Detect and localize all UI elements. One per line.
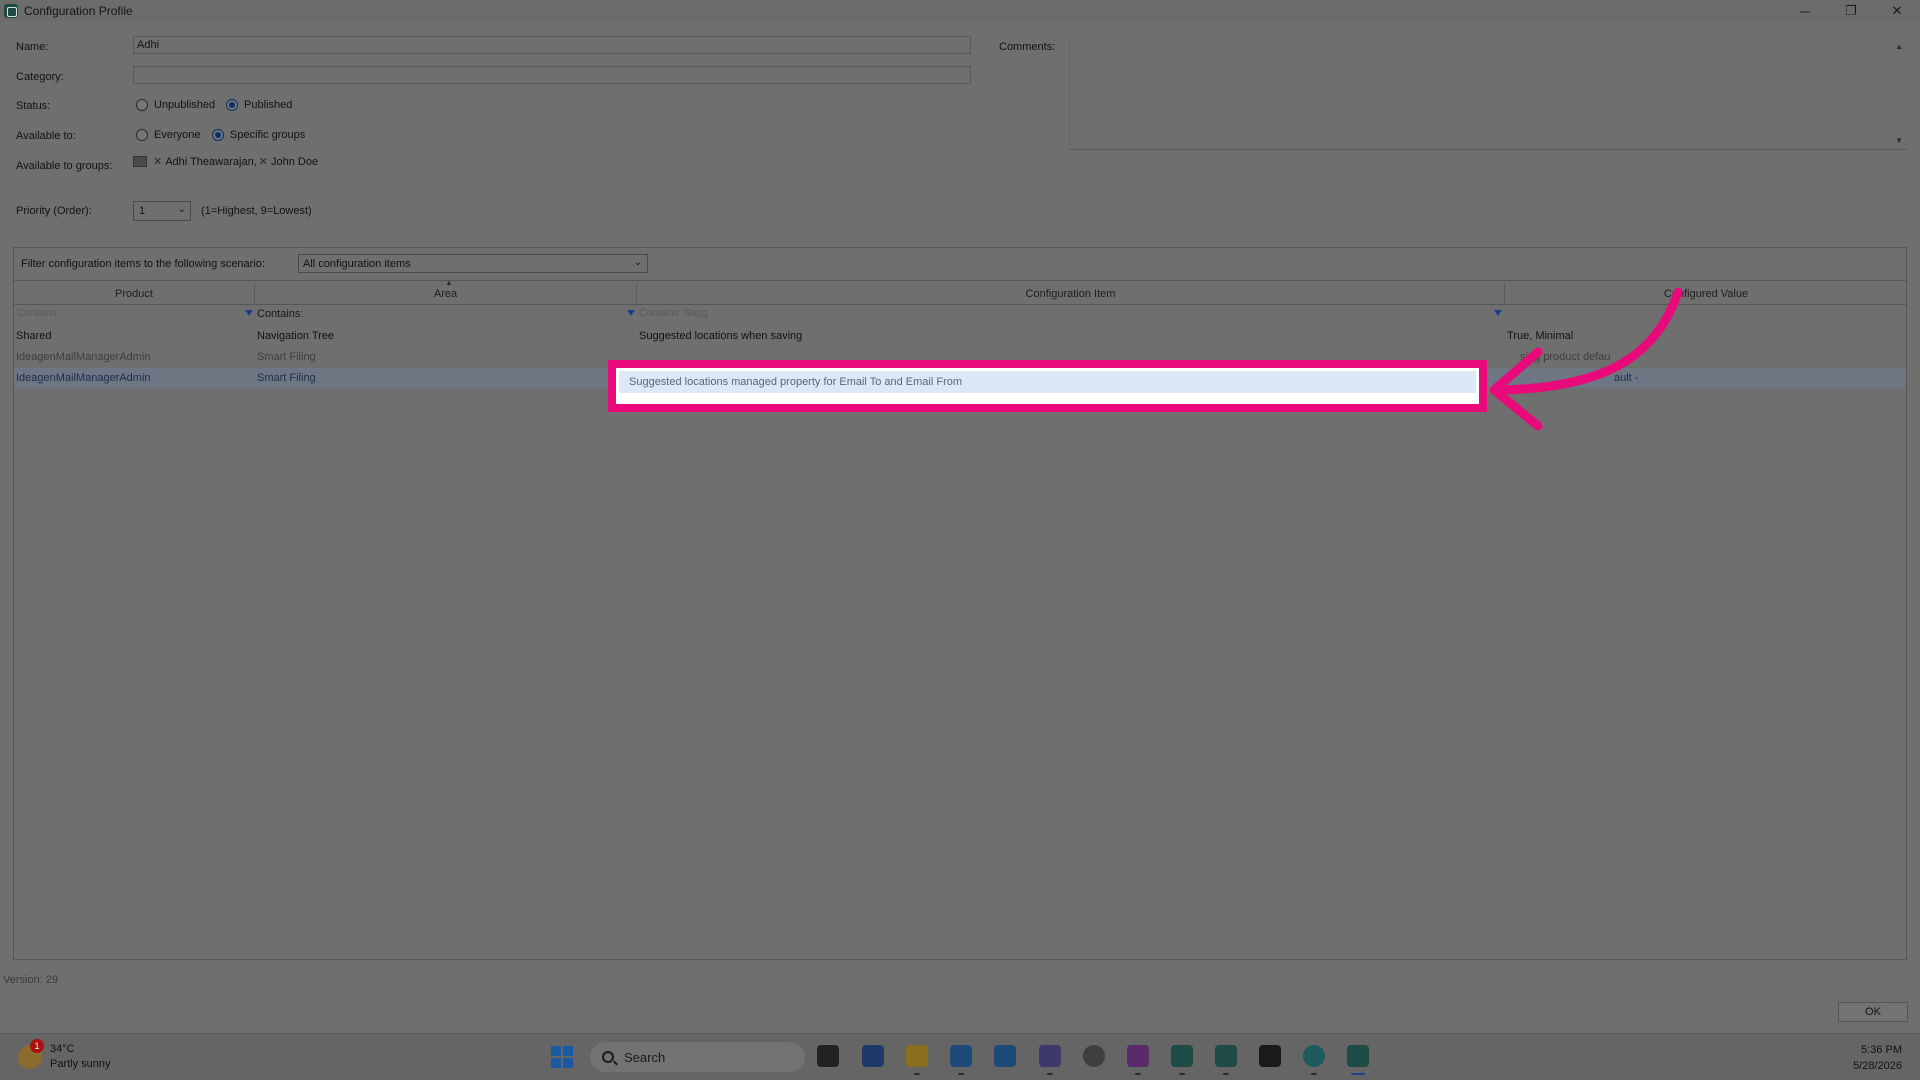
product-filter-input[interactable]: Contains:: [17, 308, 59, 319]
category-label: Category:: [16, 71, 64, 83]
status-label: Status:: [16, 100, 51, 112]
task-view-icon[interactable]: [817, 1045, 839, 1067]
column-header-product[interactable]: Product: [14, 283, 255, 305]
ok-button[interactable]: OK: [1838, 1002, 1908, 1022]
available-to-label: Available to:: [16, 130, 76, 142]
highlighted-item-text: Suggested locations managed property for…: [629, 376, 963, 388]
clock-time: 5:36 PM: [1861, 1044, 1902, 1056]
radio-label: Unpublished: [154, 99, 216, 111]
sort-ascending-icon: ▲: [445, 280, 453, 287]
window-title: Configuration Profile: [24, 4, 133, 18]
taskbar-search[interactable]: Search: [590, 1042, 805, 1072]
configuration-app-icon[interactable]: [1347, 1045, 1369, 1075]
remove-group-icon[interactable]: ✕: [153, 155, 162, 168]
chevron-down-icon: ⌄: [633, 257, 642, 268]
product-cell: IdeagenMailManagerAdmin: [16, 372, 151, 384]
highlight-box: Suggested locations managed property for…: [608, 360, 1487, 412]
item-filter-input[interactable]: Contains: Sugg: [639, 308, 707, 319]
teams-icon[interactable]: [1039, 1045, 1061, 1075]
area-filter-input[interactable]: Contains:: [257, 308, 303, 320]
column-header-configuration-item[interactable]: Configuration Item: [637, 283, 1505, 305]
filter-funnel-icon[interactable]: [245, 310, 253, 316]
edge-icon[interactable]: [1303, 1045, 1325, 1075]
area-cell: Smart Filing: [257, 351, 316, 363]
item-cell: Suggested locations when saving: [639, 330, 803, 342]
comments-label: Comments:: [999, 41, 1056, 53]
scenario-bar: Filter configuration items to the follow…: [14, 248, 1906, 281]
scenario-select[interactable]: All configuration items ⌄: [298, 254, 648, 273]
store-icon[interactable]: [862, 1045, 884, 1067]
mail-manager-icon[interactable]: [1171, 1045, 1193, 1075]
radio-checked-icon: [226, 99, 238, 111]
scroll-up-icon[interactable]: ▲: [1895, 42, 1903, 51]
close-button[interactable]: ✕: [1874, 0, 1920, 22]
comments-textarea[interactable]: ▲ ▼: [1069, 38, 1907, 150]
outlook-icon[interactable]: [950, 1045, 972, 1075]
system-clock[interactable]: 5:36 PM 5/28/2026: [1853, 1042, 1902, 1074]
category-field[interactable]: [133, 66, 971, 84]
groups-list: ✕ Adhi Theawarajan, ✕ John Doe: [133, 155, 318, 168]
notification-badge: 1: [30, 1039, 44, 1053]
product-cell: IdeagenMailManagerAdmin: [16, 351, 151, 363]
radio-label: Everyone: [154, 129, 201, 141]
status-unpublished-radio[interactable]: Unpublished: [136, 99, 215, 111]
group-chip: Adhi Theawarajan,: [165, 155, 257, 168]
start-button[interactable]: [551, 1046, 573, 1068]
scenario-value: All configuration items: [303, 258, 411, 270]
outlook-classic-icon[interactable]: [994, 1045, 1016, 1067]
address-book-icon[interactable]: [133, 156, 147, 167]
mail-manager-admin-icon[interactable]: [1215, 1045, 1237, 1075]
weather-description: Partly sunny: [50, 1058, 111, 1070]
chevron-down-icon: ⌄: [177, 204, 186, 215]
available-specific-groups-radio[interactable]: Specific groups: [212, 129, 305, 141]
priority-select[interactable]: 1 ⌄: [133, 201, 191, 221]
version-label: Version: 29: [3, 974, 59, 986]
product-cell: Shared: [16, 330, 52, 342]
area-cell: Navigation Tree: [257, 330, 335, 342]
radio-label: Specific groups: [230, 129, 306, 141]
weather-sun-icon: 1: [18, 1039, 44, 1069]
filter-funnel-icon[interactable]: [627, 310, 635, 316]
clock-date: 5/28/2026: [1853, 1060, 1902, 1072]
available-groups-label: Available to groups:: [16, 160, 113, 172]
remove-group-icon[interactable]: ✕: [259, 155, 268, 168]
priority-value: 1: [139, 205, 146, 217]
radio-unchecked-icon: [136, 129, 148, 141]
windows-logo-icon: [551, 1046, 561, 1056]
app-icon: [4, 4, 18, 18]
priority-hint: (1=Highest, 9=Lowest): [201, 205, 312, 217]
status-published-radio[interactable]: Published: [226, 99, 292, 111]
column-header-area[interactable]: ▲ Area: [255, 280, 637, 305]
pointer-arrow-icon: [1489, 287, 1683, 431]
onenote-icon[interactable]: [1127, 1045, 1149, 1075]
scroll-down-icon[interactable]: ▼: [1895, 136, 1903, 145]
priority-label: Priority (Order):: [16, 205, 92, 217]
restore-button[interactable]: ❐: [1828, 0, 1874, 22]
highlighted-config-item[interactable]: Suggested locations managed property for…: [619, 371, 1476, 393]
weather-temperature: 34°C: [50, 1043, 75, 1055]
file-explorer-icon[interactable]: [906, 1045, 928, 1075]
title-bar: Configuration Profile ─ ❐ ✕: [0, 0, 1920, 22]
group-chip: John Doe: [270, 155, 319, 168]
name-label: Name:: [16, 41, 49, 53]
radio-checked-icon: [212, 129, 224, 141]
taskbar: 1 34°C Partly sunny Search 5:36 PM 5/28/…: [0, 1033, 1920, 1080]
search-placeholder: Search: [624, 1049, 666, 1065]
search-icon: [602, 1051, 614, 1063]
window-controls: ─ ❐ ✕: [1782, 0, 1920, 22]
scenario-label: Filter configuration items to the follow…: [21, 258, 265, 270]
weather-widget[interactable]: 1 34°C Partly sunny: [18, 1039, 111, 1072]
available-everyone-radio[interactable]: Everyone: [136, 129, 200, 141]
radio-unchecked-icon: [136, 99, 148, 111]
chat-icon[interactable]: [1083, 1045, 1105, 1067]
radio-label: Published: [244, 99, 293, 111]
minimize-button[interactable]: ─: [1782, 0, 1828, 22]
sniping-tool-icon[interactable]: [1259, 1045, 1281, 1067]
name-field[interactable]: Adhi: [133, 36, 971, 54]
area-cell: Smart Filing: [257, 372, 316, 384]
